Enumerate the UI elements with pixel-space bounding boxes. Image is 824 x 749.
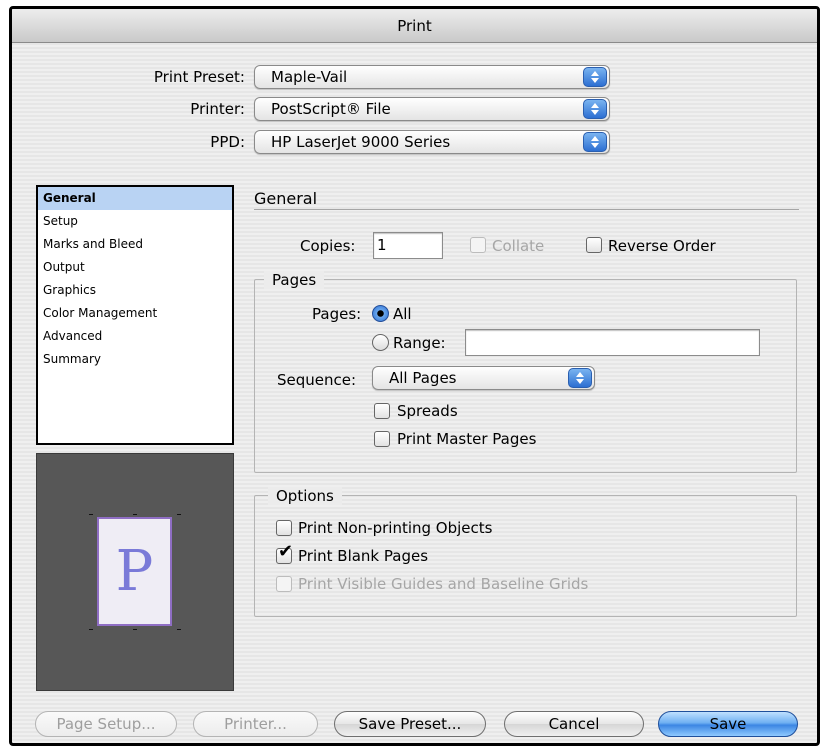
cancel-button[interactable]: Cancel xyxy=(504,711,644,737)
print-guides-label: Print Visible Guides and Baseline Grids xyxy=(298,575,589,593)
sequence-value: All Pages xyxy=(389,369,457,387)
sidebar-item-advanced[interactable]: Advanced xyxy=(38,325,232,348)
collate-label: Collate xyxy=(492,237,545,255)
spreads-label: Spreads xyxy=(397,402,458,420)
updown-arrows-icon xyxy=(583,132,607,152)
printer-value: PostScript® File xyxy=(271,100,391,118)
page-preview: P xyxy=(36,453,234,691)
options-group-label: Options xyxy=(268,487,342,505)
copies-label: Copies: xyxy=(300,237,356,255)
print-master-pages-checkbox[interactable] xyxy=(374,431,390,447)
sidebar-item-general[interactable]: General xyxy=(38,187,232,210)
print-master-pages-label: Print Master Pages xyxy=(397,430,537,448)
spreads-checkbox[interactable] xyxy=(374,403,390,419)
printer-popup[interactable]: PostScript® File xyxy=(254,97,610,121)
sequence-label: Sequence: xyxy=(277,371,357,389)
ppd-value: HP LaserJet 9000 Series xyxy=(271,133,451,151)
sidebar-item-graphics[interactable]: Graphics xyxy=(38,279,232,302)
print-preset-popup[interactable]: Maple-Vail xyxy=(254,65,610,89)
pages-range-radio[interactable] xyxy=(372,334,389,351)
copies-field[interactable]: 1 xyxy=(373,232,443,259)
pages-all-radio[interactable] xyxy=(372,305,389,322)
printer-label: Printer: xyxy=(190,100,245,118)
sequence-popup[interactable]: All Pages xyxy=(372,366,595,390)
ppd-popup[interactable]: HP LaserJet 9000 Series xyxy=(254,130,610,154)
printer-button[interactable]: Printer... xyxy=(193,711,318,737)
sidebar-item-output[interactable]: Output xyxy=(38,256,232,279)
save-button[interactable]: Save xyxy=(658,711,798,737)
print-blank-pages-label: Print Blank Pages xyxy=(298,547,429,565)
pages-range-label: Range: xyxy=(393,334,446,352)
print-preset-label: Print Preset: xyxy=(153,68,245,86)
pages-label: Pages: xyxy=(312,305,362,323)
sidebar-item-color-management[interactable]: Color Management xyxy=(38,302,232,325)
pages-all-label: All xyxy=(393,305,412,323)
print-dialog: Print Print Preset: Maple-Vail Printer: … xyxy=(9,6,820,746)
pages-group-label: Pages xyxy=(264,271,325,289)
checkmark-icon: ✔ xyxy=(278,541,294,562)
reverse-order-label: Reverse Order xyxy=(608,237,716,255)
section-title: General xyxy=(254,189,318,208)
ppd-label: PPD: xyxy=(210,133,245,151)
sidebar-item-setup[interactable]: Setup xyxy=(38,210,232,233)
print-preset-value: Maple-Vail xyxy=(271,68,348,86)
collate-checkbox[interactable] xyxy=(470,237,486,253)
updown-arrows-icon xyxy=(583,99,607,119)
category-list: General Setup Marks and Bleed Output Gra… xyxy=(36,185,234,445)
dialog-title: Print xyxy=(12,9,817,43)
range-field[interactable] xyxy=(465,329,760,356)
reverse-order-checkbox[interactable] xyxy=(586,237,602,253)
page-setup-button[interactable]: Page Setup... xyxy=(35,711,177,737)
print-blank-pages-checkbox[interactable]: ✔ xyxy=(276,542,293,564)
save-preset-button[interactable]: Save Preset... xyxy=(334,711,486,737)
section-divider xyxy=(254,209,799,210)
updown-arrows-icon xyxy=(568,368,592,388)
updown-arrows-icon xyxy=(583,67,607,87)
print-non-printing-label: Print Non-printing Objects xyxy=(298,519,493,537)
sidebar-item-summary[interactable]: Summary xyxy=(38,348,232,371)
print-non-printing-checkbox[interactable] xyxy=(276,520,292,536)
sidebar-item-marks-and-bleed[interactable]: Marks and Bleed xyxy=(38,233,232,256)
print-guides-checkbox[interactable] xyxy=(276,576,292,592)
preview-page-thumbnail: P xyxy=(97,517,172,626)
